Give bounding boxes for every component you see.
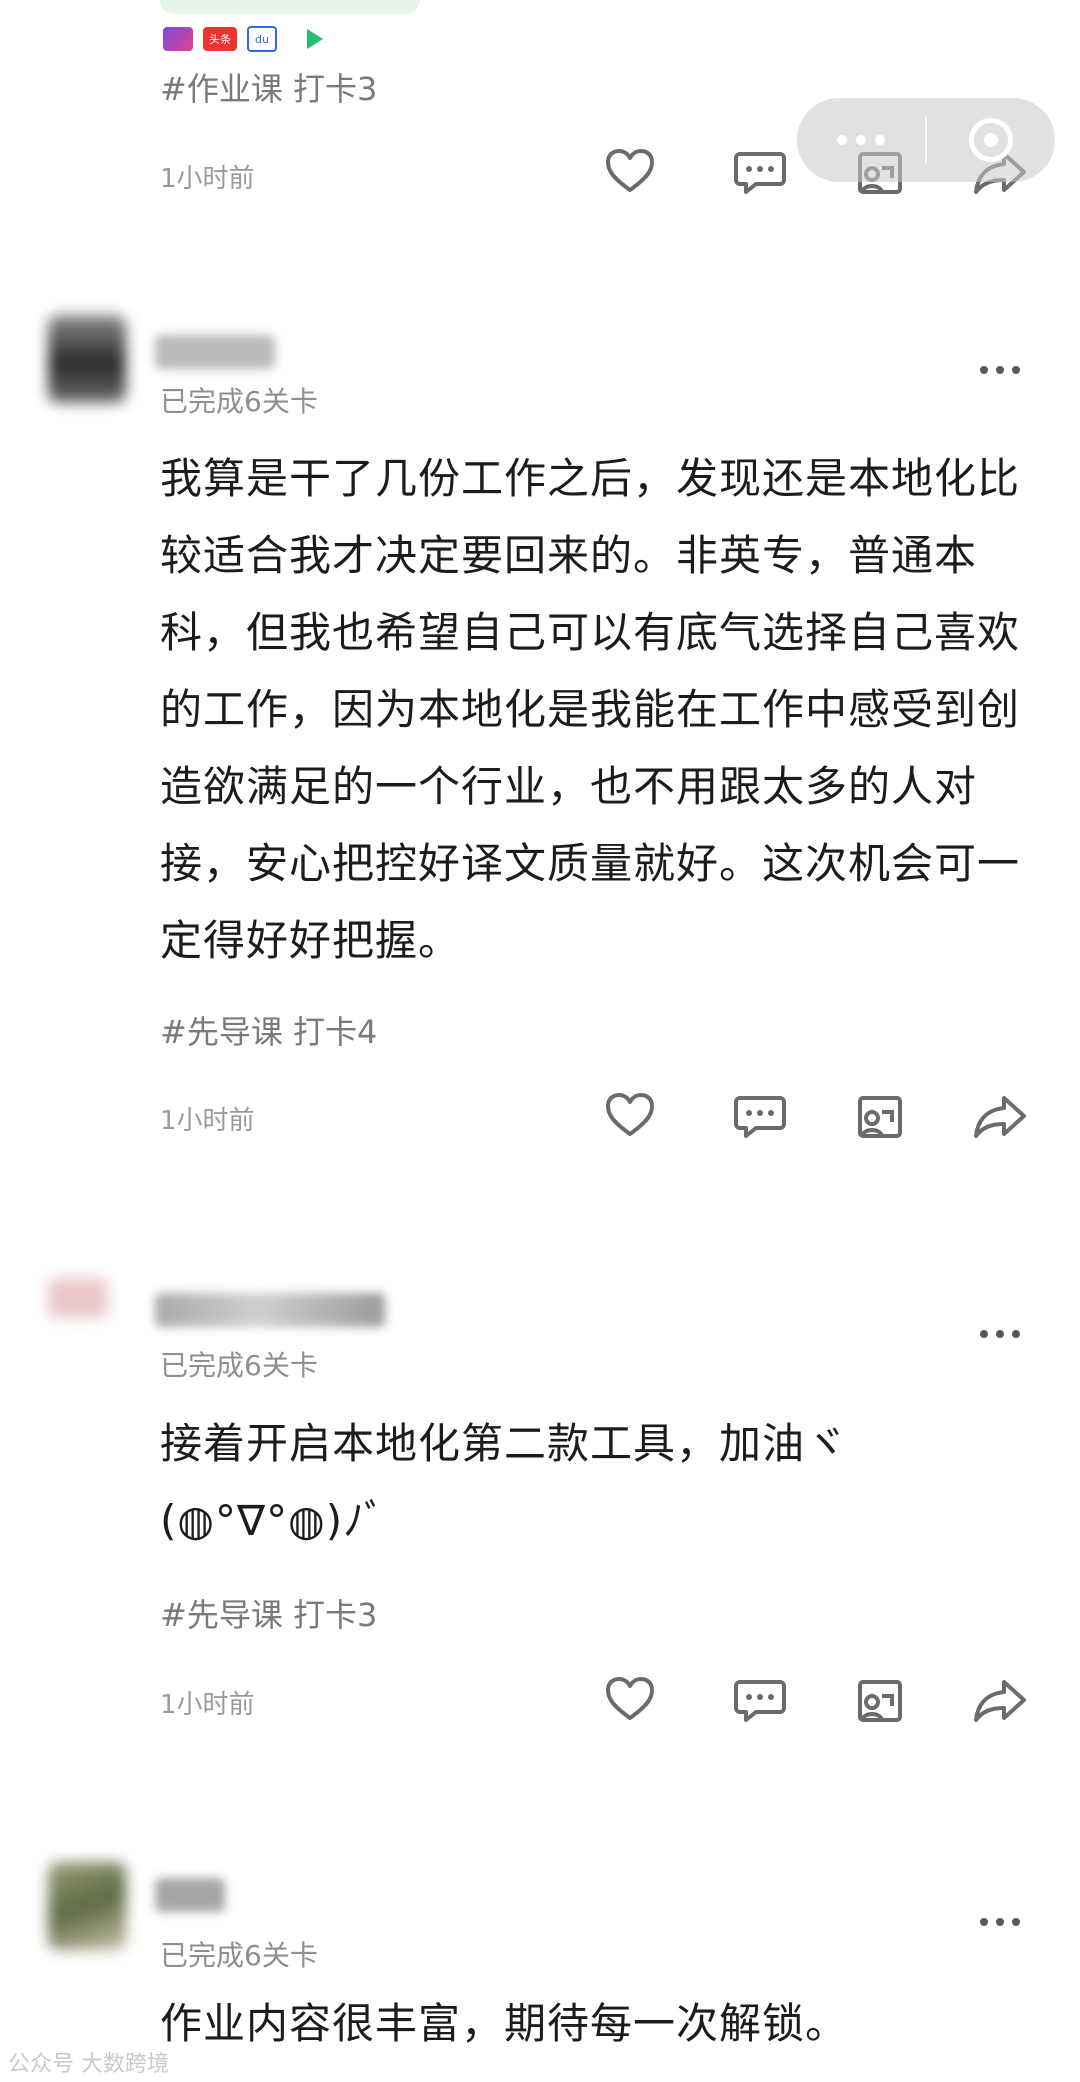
dot <box>996 366 1004 374</box>
like-button[interactable] <box>600 1086 660 1146</box>
dot <box>996 1330 1004 1338</box>
watermark: 公众号 大数跨境 <box>8 2052 169 2077</box>
dot <box>1012 366 1020 374</box>
avatar[interactable] <box>48 315 126 403</box>
like-button[interactable] <box>600 142 660 202</box>
post-tag[interactable]: #作业课 打卡3 <box>160 64 377 110</box>
dot <box>980 1330 988 1338</box>
level-status: 已完成6关卡 <box>160 1349 318 1382</box>
comment-button[interactable] <box>730 142 790 202</box>
post-time: 1小时前 <box>160 164 255 194</box>
previous-post-image-edge[interactable] <box>160 0 420 14</box>
username[interactable] <box>155 1293 385 1327</box>
comment-icon <box>734 1680 786 1722</box>
post-tag[interactable]: #先导课 打卡3 <box>160 1590 377 1636</box>
heart-icon <box>606 149 654 192</box>
close-target-icon <box>969 118 1013 162</box>
level-status: 已完成6关卡 <box>160 1939 318 1972</box>
share-card-button[interactable] <box>850 1670 910 1730</box>
username[interactable] <box>155 1878 225 1912</box>
more-options-button[interactable] <box>980 366 1020 374</box>
youku-icon <box>163 27 193 51</box>
toutiao-icon: 头条 <box>203 27 237 51</box>
avatar[interactable] <box>48 1278 108 1318</box>
share-card-icon <box>858 1096 902 1138</box>
username[interactable] <box>155 335 275 369</box>
post-actions <box>600 1086 1040 1146</box>
forward-button[interactable] <box>970 1086 1030 1146</box>
comment-icon <box>734 1096 786 1138</box>
like-button[interactable] <box>600 1670 660 1730</box>
heart-icon <box>606 1093 654 1136</box>
feed: 头条 du #作业课 打卡3 1小时前 已完成6关卡 我算是干了几份工作之后，发… <box>0 0 1080 2082</box>
post-time: 1小时前 <box>160 1106 255 1136</box>
play-icon <box>307 29 323 49</box>
capsule-close-button[interactable] <box>927 98 1055 182</box>
forward-button[interactable] <box>970 1670 1030 1730</box>
avatar[interactable] <box>48 1862 126 1950</box>
comment-button[interactable] <box>730 1670 790 1730</box>
app-icon-row: 头条 du <box>163 24 323 54</box>
share-card-icon <box>858 1680 902 1722</box>
level-status: 已完成6关卡 <box>160 385 318 418</box>
post-text: 作业内容很丰富，期待每一次解锁。 <box>160 1999 849 2048</box>
forward-icon <box>974 1096 1026 1138</box>
capsule-more-button[interactable] <box>797 98 925 182</box>
share-card-button[interactable] <box>850 1086 910 1146</box>
post-text: 接着开启本地化第二款工具，加油ヾ(◍°∇°◍)ﾉﾞ <box>160 1419 849 1545</box>
more-dots-icon <box>837 135 885 145</box>
forward-icon <box>974 1680 1026 1722</box>
post-actions <box>600 1670 1040 1730</box>
heart-icon <box>606 1677 654 1720</box>
post-text: 我算是干了几份工作之后，发现还是本地化比较适合我才决定要回来的。非英专，普通本科… <box>160 454 1021 965</box>
comment-button[interactable] <box>730 1086 790 1146</box>
dot <box>1012 1918 1020 1926</box>
baidu-icon: du <box>247 26 277 52</box>
mini-program-capsule <box>797 98 1055 182</box>
dot <box>980 366 988 374</box>
more-options-button[interactable] <box>980 1918 1020 1926</box>
dot <box>1012 1330 1020 1338</box>
dot <box>980 1918 988 1926</box>
comment-icon <box>734 152 786 194</box>
dot <box>996 1918 1004 1926</box>
post-time: 1小时前 <box>160 1690 255 1720</box>
post-tag[interactable]: #先导课 打卡4 <box>160 1007 377 1053</box>
more-options-button[interactable] <box>980 1330 1020 1338</box>
